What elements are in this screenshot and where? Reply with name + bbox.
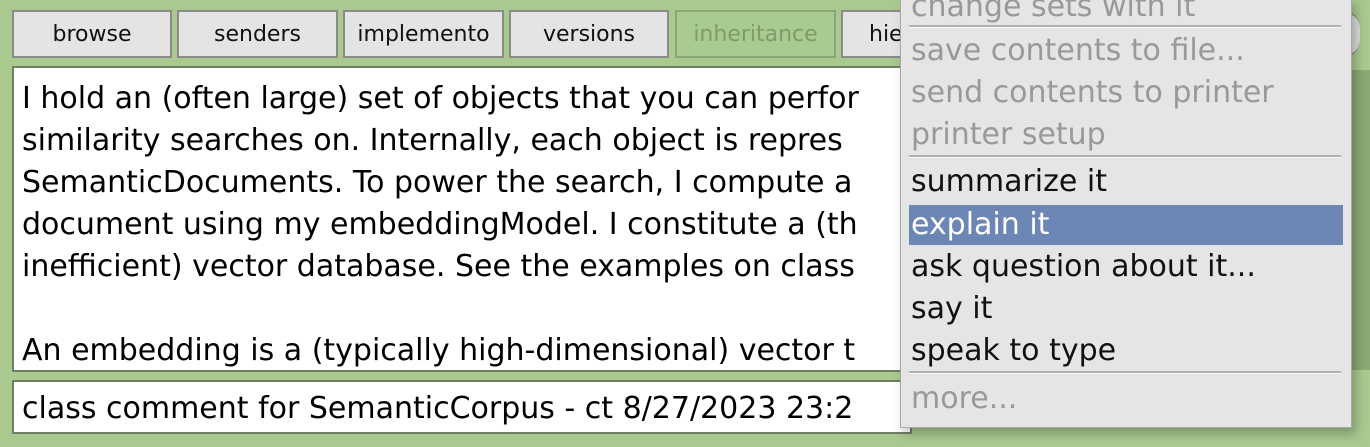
comment-line xyxy=(22,288,910,330)
menu-item-change-sets[interactable]: change sets with it xyxy=(909,0,1343,27)
menu-item-explain[interactable]: explain it xyxy=(909,205,1343,245)
menu-item-speak-to-type[interactable]: speak to type xyxy=(909,331,1343,371)
implementors-button[interactable]: implemento xyxy=(343,10,504,58)
menu-item-more[interactable]: more... xyxy=(909,379,1343,419)
comment-line: SemanticDocuments. To power the search, … xyxy=(22,165,853,200)
menu-item-summarize[interactable]: summarize it xyxy=(909,162,1343,202)
menu-divider xyxy=(909,155,1341,158)
context-menu: change sets with it save contents to fil… xyxy=(900,0,1352,428)
menu-divider xyxy=(909,25,1341,28)
annotation-text: class comment for SemanticCorpus - ct 8/… xyxy=(22,391,854,426)
comment-line: An embedding is a (typically high-dimens… xyxy=(22,333,856,368)
class-comment-pane[interactable]: I hold an (often large) set of objects t… xyxy=(12,66,912,372)
menu-item-printer-setup[interactable]: printer setup xyxy=(909,115,1343,155)
menu-item-send-to-printer[interactable]: send contents to printer xyxy=(909,73,1343,113)
class-comment-text[interactable]: I hold an (often large) set of objects t… xyxy=(22,78,910,370)
menu-item-save-contents[interactable]: save contents to file... xyxy=(909,31,1343,71)
inheritance-button[interactable]: inheritance xyxy=(675,10,836,58)
menu-item-ask-question[interactable]: ask question about it... xyxy=(909,247,1343,287)
browse-button[interactable]: browse xyxy=(12,10,172,58)
comment-line: document using my embeddingModel. I cons… xyxy=(22,207,858,242)
versions-button[interactable]: versions xyxy=(509,10,669,58)
senders-button[interactable]: senders xyxy=(177,10,338,58)
annotation-pane: class comment for SemanticCorpus - ct 8/… xyxy=(12,380,912,434)
menu-item-say-it[interactable]: say it xyxy=(909,289,1343,329)
comment-line: similarity searches on. Internally, each… xyxy=(22,123,843,158)
menu-divider xyxy=(909,371,1341,374)
comment-line: I hold an (often large) set of objects t… xyxy=(22,81,859,116)
comment-line: inefficient) vector database. See the ex… xyxy=(22,249,855,284)
